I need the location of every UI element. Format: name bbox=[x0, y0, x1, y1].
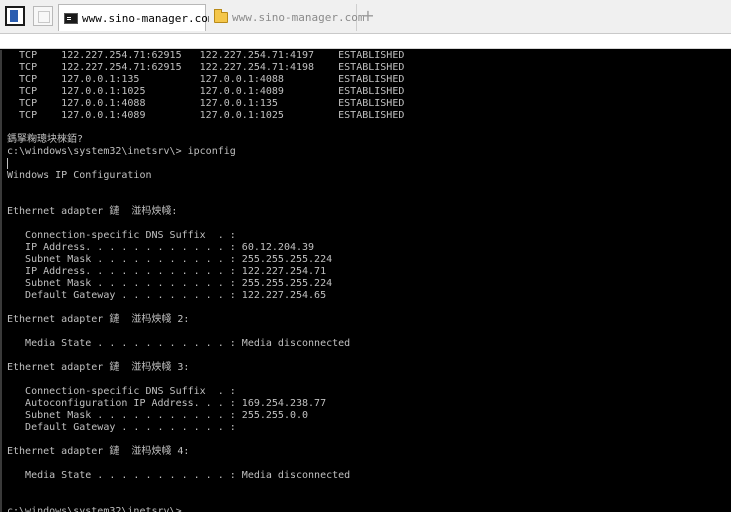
tab-sino-manager-console[interactable]: www.sino-manager.com bbox=[58, 4, 214, 31]
terminal-line: TCP 122.227.254.71:62915 122.227.254.71:… bbox=[7, 62, 405, 73]
tab-strip: www.sino-manager.com www.sino-manager.co… bbox=[0, 0, 731, 34]
terminal-line: Connection-specific DNS Suffix . : bbox=[7, 386, 236, 397]
terminal-line: Ethernet adapter 鏈 湴杩炴帴 3: bbox=[7, 362, 190, 373]
terminal-line: Default Gateway . . . . . . . . . : 122.… bbox=[7, 290, 327, 301]
tab-label: www.sino-manager.com bbox=[82, 11, 215, 25]
terminal-line: TCP 122.227.254.71:62915 122.227.254.71:… bbox=[7, 50, 405, 61]
terminal-line: Subnet Mask . . . . . . . . . . . : 255.… bbox=[7, 254, 333, 265]
terminal-line: Ethernet adapter 鏈 湴杩炴帴 2: bbox=[7, 314, 190, 325]
terminal-line: TCP 127.0.0.1:4089 127.0.0.1:1025 ESTABL… bbox=[7, 110, 405, 121]
terminal-line: Ethernet adapter 鏈 湴杩炴帴 4: bbox=[7, 446, 190, 457]
terminal-line: Subnet Mask . . . . . . . . . . . : 255.… bbox=[7, 278, 333, 289]
terminal-line: Media State . . . . . . . . . . . : Medi… bbox=[7, 338, 351, 349]
terminal-line: Default Gateway . . . . . . . . . : bbox=[7, 422, 236, 433]
terminal-line: TCP 127.0.0.1:4088 127.0.0.1:135 ESTABLI… bbox=[7, 98, 405, 109]
terminal-line bbox=[7, 158, 404, 170]
new-tab-button[interactable]: + bbox=[360, 7, 376, 25]
terminal-line: Windows IP Configuration bbox=[7, 170, 152, 181]
terminal-lines: TCP 122.227.254.71:62915 122.227.254.71:… bbox=[7, 50, 404, 512]
terminal-line: IP Address. . . . . . . . . . . . : 60.1… bbox=[7, 242, 315, 253]
app-window: www.sino-manager.com www.sino-manager.co… bbox=[0, 0, 731, 512]
terminal-line: c:\windows\system32\inetsrv\> ipconfig bbox=[7, 146, 236, 157]
terminal-line: 鎷掔粷璁块棶銆? bbox=[7, 134, 84, 145]
terminal-line: c:\windows\system32\inetsrv\> bbox=[7, 506, 182, 512]
terminal-output[interactable]: TCP 122.227.254.71:62915 122.227.254.71:… bbox=[0, 50, 731, 512]
terminal-line: Autoconfiguration IP Address. . . : 169.… bbox=[7, 398, 327, 409]
terminal-line: TCP 127.0.0.1:135 127.0.0.1:4088 ESTABLI… bbox=[7, 74, 405, 85]
text-cursor bbox=[7, 158, 8, 169]
tab-label: www.sino-manager.com bbox=[232, 11, 365, 24]
panel-toggle-icon[interactable] bbox=[5, 6, 25, 26]
terminal-line: Media State . . . . . . . . . . . : Medi… bbox=[7, 470, 351, 481]
terminal-line: Connection-specific DNS Suffix . : bbox=[7, 230, 236, 241]
terminal-line: Ethernet adapter 鏈 湴杩炴帴: bbox=[7, 206, 178, 217]
folder-icon bbox=[214, 9, 228, 23]
terminal-line: Subnet Mask . . . . . . . . . . . : 255.… bbox=[7, 410, 309, 421]
terminal-line: TCP 127.0.0.1:1025 127.0.0.1:4089 ESTABL… bbox=[7, 86, 405, 97]
toolbar-strip bbox=[0, 34, 731, 49]
tab-sino-manager-files[interactable]: www.sino-manager.com bbox=[209, 4, 364, 31]
terminal-line: IP Address. . . . . . . . . . . . : 122.… bbox=[7, 266, 327, 277]
console-icon bbox=[64, 12, 78, 24]
blank-page-icon[interactable] bbox=[33, 6, 53, 26]
